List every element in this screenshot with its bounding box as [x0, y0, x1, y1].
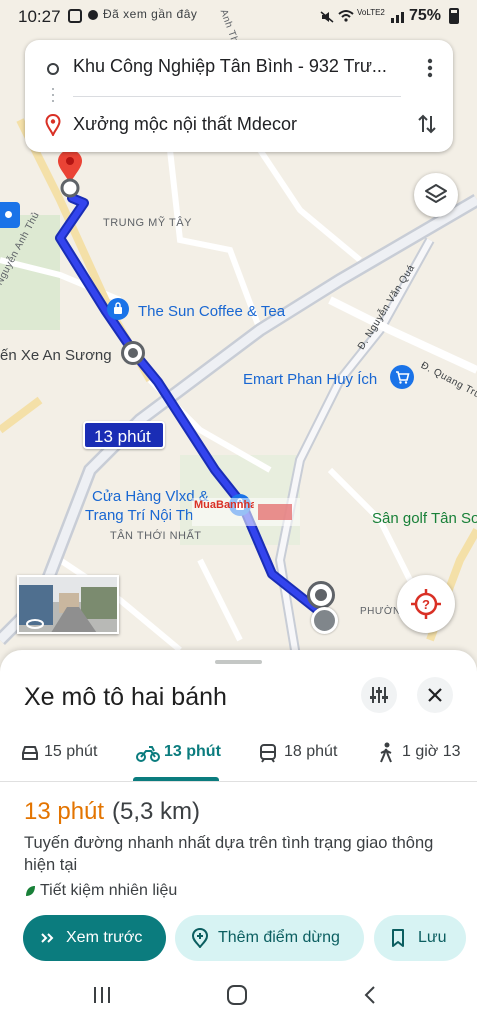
route-duration-badge[interactable]: 13 phút: [83, 421, 165, 449]
mute-icon: [320, 10, 334, 23]
origin-marker-icon[interactable]: [311, 607, 338, 634]
notification-dot-icon: [88, 10, 98, 20]
area-label-tan-thoi-nhat: TÂN THỚI NHẤT: [110, 530, 202, 542]
poi-coffee[interactable]: The Sun Coffee & Tea: [138, 303, 285, 320]
destination-input[interactable]: Xưởng mộc nội thất Mdecor: [73, 114, 297, 135]
status-time: 10:27: [18, 7, 61, 26]
notification-app-icon: [68, 9, 82, 23]
area-label-trung-my-tay: TRUNG MỸ TÂY: [103, 217, 192, 229]
bus-station-marker-icon[interactable]: [121, 341, 145, 365]
home-icon[interactable]: [226, 984, 248, 1006]
bookmark-icon: [392, 929, 404, 947]
recent-apps-icon[interactable]: [92, 986, 112, 1004]
street-view-thumbnail[interactable]: [17, 575, 119, 634]
route-options-button[interactable]: [361, 677, 397, 713]
motorbike-icon: [136, 746, 160, 762]
save-button-label: Lưu: [418, 929, 447, 946]
back-icon[interactable]: [363, 985, 377, 1005]
battery-icon: [449, 8, 459, 24]
layers-button[interactable]: [414, 173, 458, 217]
directions-sheet: Xe mô tô hai bánh 15 phút 13 phút 18 phú…: [0, 650, 477, 1024]
watermark-logo: MuaBannha.vn: [192, 498, 300, 526]
poi-emart[interactable]: Emart Phan Huy Ích: [243, 371, 377, 388]
wifi-icon: [338, 9, 354, 23]
route-dot: [52, 88, 54, 90]
poi-hardware-line2[interactable]: Trang Trí Nội Th: [85, 507, 193, 524]
walk-icon: [380, 742, 392, 763]
route-duration-badge-text: 13 phút: [94, 427, 151, 446]
close-button[interactable]: [417, 677, 453, 713]
eco-note: Tiết kiệm nhiên liệu: [40, 882, 178, 899]
shopping-bag-icon[interactable]: [107, 298, 129, 320]
destination-row[interactable]: Xưởng mộc nội thất Mdecor: [25, 100, 453, 150]
map-edge-marker-icon[interactable]: [0, 202, 20, 228]
more-options-icon[interactable]: [427, 58, 433, 78]
transit-icon: [260, 744, 276, 763]
route-description: Tuyến đường nhanh nhất dựa trên tình trạ…: [24, 834, 434, 874]
sheet-drag-handle[interactable]: [215, 660, 262, 664]
tab-motorbike[interactable]: 13 phút: [136, 738, 226, 778]
card-divider: [73, 96, 401, 97]
street-view-360-icon: [25, 617, 45, 631]
shopping-cart-icon[interactable]: [390, 365, 414, 389]
swap-directions-icon[interactable]: [417, 112, 437, 136]
route-dot: [52, 94, 54, 96]
watermark-graphic: [258, 504, 292, 520]
close-icon: [428, 688, 442, 702]
add-stop-button-label: Thêm điểm dừng: [218, 929, 340, 946]
tab-car-label: 15 phút: [44, 743, 98, 760]
leaf-icon: [24, 884, 36, 898]
network-type: VoLTE2: [357, 8, 385, 17]
poi-golf[interactable]: Sân golf Tân Sơ: [372, 510, 477, 527]
location-target-icon: ?: [411, 589, 441, 619]
destination-pin-icon[interactable]: [54, 148, 86, 198]
add-stop-button[interactable]: Thêm điểm dừng: [175, 915, 364, 961]
tab-transit-label: 18 phút: [284, 743, 338, 760]
route-distance: (5,3 km): [112, 798, 201, 825]
add-location-icon: [191, 928, 209, 948]
origin-row[interactable]: Khu Công Nghiệp Tân Bình - 932 Trư...: [25, 42, 453, 92]
tab-motorbike-label: 13 phút: [164, 743, 221, 760]
directions-card: Khu Công Nghiệp Tân Bình - 932 Trư... Xư…: [25, 40, 453, 152]
double-chevron-icon: [41, 933, 54, 943]
layers-icon: [425, 184, 447, 203]
tab-walk-label: 1 giờ 13: [402, 743, 461, 760]
poi-bus-station[interactable]: ến Xe An Sương: [0, 347, 112, 364]
route-duration: 13 phút: [24, 798, 105, 825]
origin-circle-icon: [47, 63, 59, 75]
system-nav-bar: [0, 980, 477, 1024]
watermark-text: MuaBannha.vn: [194, 499, 254, 511]
sheet-title: Xe mô tô hai bánh: [24, 683, 227, 711]
preview-button[interactable]: Xem trước: [23, 915, 166, 961]
tune-icon: [370, 687, 388, 703]
tab-car[interactable]: 15 phút: [18, 738, 108, 778]
preview-button-label: Xem trước: [66, 929, 143, 946]
car-icon: [22, 746, 38, 760]
save-button[interactable]: Lưu: [374, 915, 466, 961]
tab-transit[interactable]: 18 phút: [259, 738, 349, 778]
svg-text:?: ?: [422, 597, 430, 612]
tab-walk[interactable]: 1 giờ 13: [378, 738, 473, 778]
status-bar: 10:27 VoLTE2 75%: [0, 0, 477, 32]
battery-percent: 75%: [408, 7, 441, 24]
my-location-button[interactable]: ?: [397, 575, 455, 633]
destination-pin-outline-icon: [45, 113, 61, 138]
origin-input[interactable]: Khu Công Nghiệp Tân Bình - 932 Trư...: [73, 56, 387, 77]
signal-icon: [390, 9, 408, 23]
waypoint-marker-icon[interactable]: [307, 581, 335, 609]
tabs-divider: [0, 781, 477, 782]
